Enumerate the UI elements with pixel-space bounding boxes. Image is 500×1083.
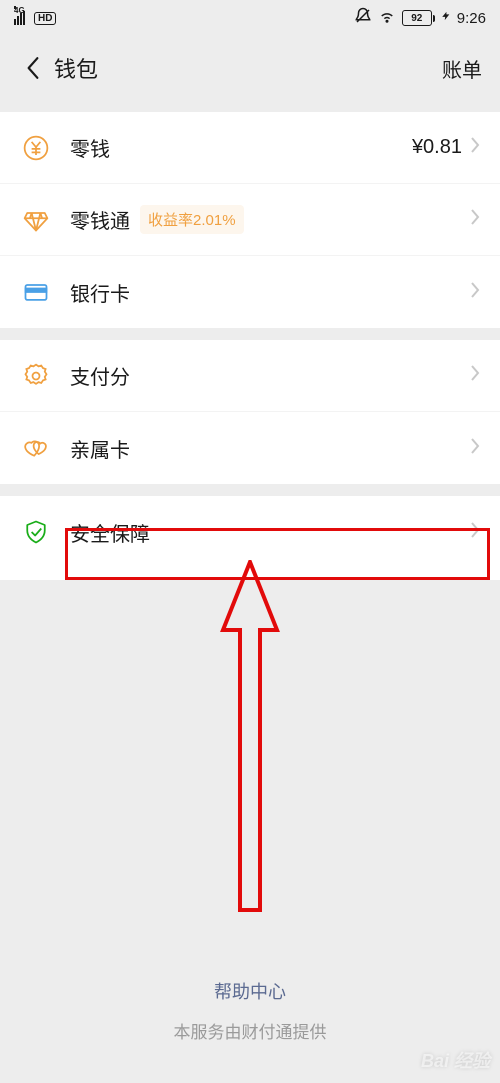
battery-icon: 92 <box>402 10 435 26</box>
page-title: 钱包 <box>54 52 98 84</box>
chevron-right-icon <box>470 364 480 387</box>
bills-button[interactable]: 账单 <box>442 54 482 83</box>
chevron-right-icon <box>470 208 480 231</box>
hearts-icon <box>20 432 52 464</box>
provider-notice: 本服务由财付通提供 <box>0 1018 500 1043</box>
network-type-label: 4G <box>14 6 16 9</box>
cell-balance-value: ¥0.81 <box>412 136 462 159</box>
nav-bar: 钱包 账单 <box>0 36 500 100</box>
wifi-icon <box>378 7 396 29</box>
card-icon <box>20 276 52 308</box>
group-security: 安全保障 <box>0 496 500 580</box>
shield-icon <box>20 516 52 548</box>
watermark: Bai 经验 <box>421 1047 490 1073</box>
mute-icon <box>354 7 372 29</box>
status-time: 9:26 <box>457 10 486 27</box>
footer: 帮助中心 本服务由财付通提供 <box>0 978 500 1043</box>
cell-kin-card-label: 亲属卡 <box>70 434 130 463</box>
cell-bank-card-label: 银行卡 <box>70 278 130 307</box>
help-center-link[interactable]: 帮助中心 <box>0 978 500 1004</box>
cell-kin-card[interactable]: 亲属卡 <box>0 412 500 484</box>
chevron-right-icon <box>470 136 480 159</box>
group-services: 支付分 亲属卡 <box>0 340 500 484</box>
watermark-brand2: 经验 <box>454 1051 490 1071</box>
watermark-brand: Bai <box>421 1051 449 1071</box>
cell-pay-score-label: 支付分 <box>70 361 130 390</box>
status-bar: 4G HD 92 9:26 <box>0 0 500 36</box>
yield-rate-tag: 收益率2.01% <box>140 205 244 234</box>
gear-badge-icon <box>20 360 52 392</box>
yen-coin-icon <box>20 132 52 164</box>
cell-balance-plus-label: 零钱通 <box>70 205 130 234</box>
status-left: 4G HD <box>14 12 56 25</box>
chevron-right-icon <box>470 521 480 544</box>
signal-icon: 4G <box>14 12 28 25</box>
cell-pay-score[interactable]: 支付分 <box>0 340 500 412</box>
hd-badge: HD <box>34 12 56 25</box>
back-button[interactable] <box>18 53 48 83</box>
cell-bank-card[interactable]: 银行卡 <box>0 256 500 328</box>
cell-balance-label: 零钱 <box>70 133 110 162</box>
cell-balance-plus[interactable]: 零钱通 收益率2.01% <box>0 184 500 256</box>
charging-icon <box>441 8 451 28</box>
diamond-icon <box>20 204 52 236</box>
cell-security-label: 安全保障 <box>70 518 150 547</box>
status-right: 92 9:26 <box>354 7 486 29</box>
chevron-right-icon <box>470 281 480 304</box>
annotation-arrow-up-icon <box>215 560 285 925</box>
cell-balance[interactable]: 零钱 ¥0.81 <box>0 112 500 184</box>
battery-percent: 92 <box>411 13 422 24</box>
group-balance: 零钱 ¥0.81 零钱通 收益率2.01% 银行卡 <box>0 112 500 328</box>
cell-security[interactable]: 安全保障 <box>0 496 500 568</box>
chevron-right-icon <box>470 437 480 460</box>
